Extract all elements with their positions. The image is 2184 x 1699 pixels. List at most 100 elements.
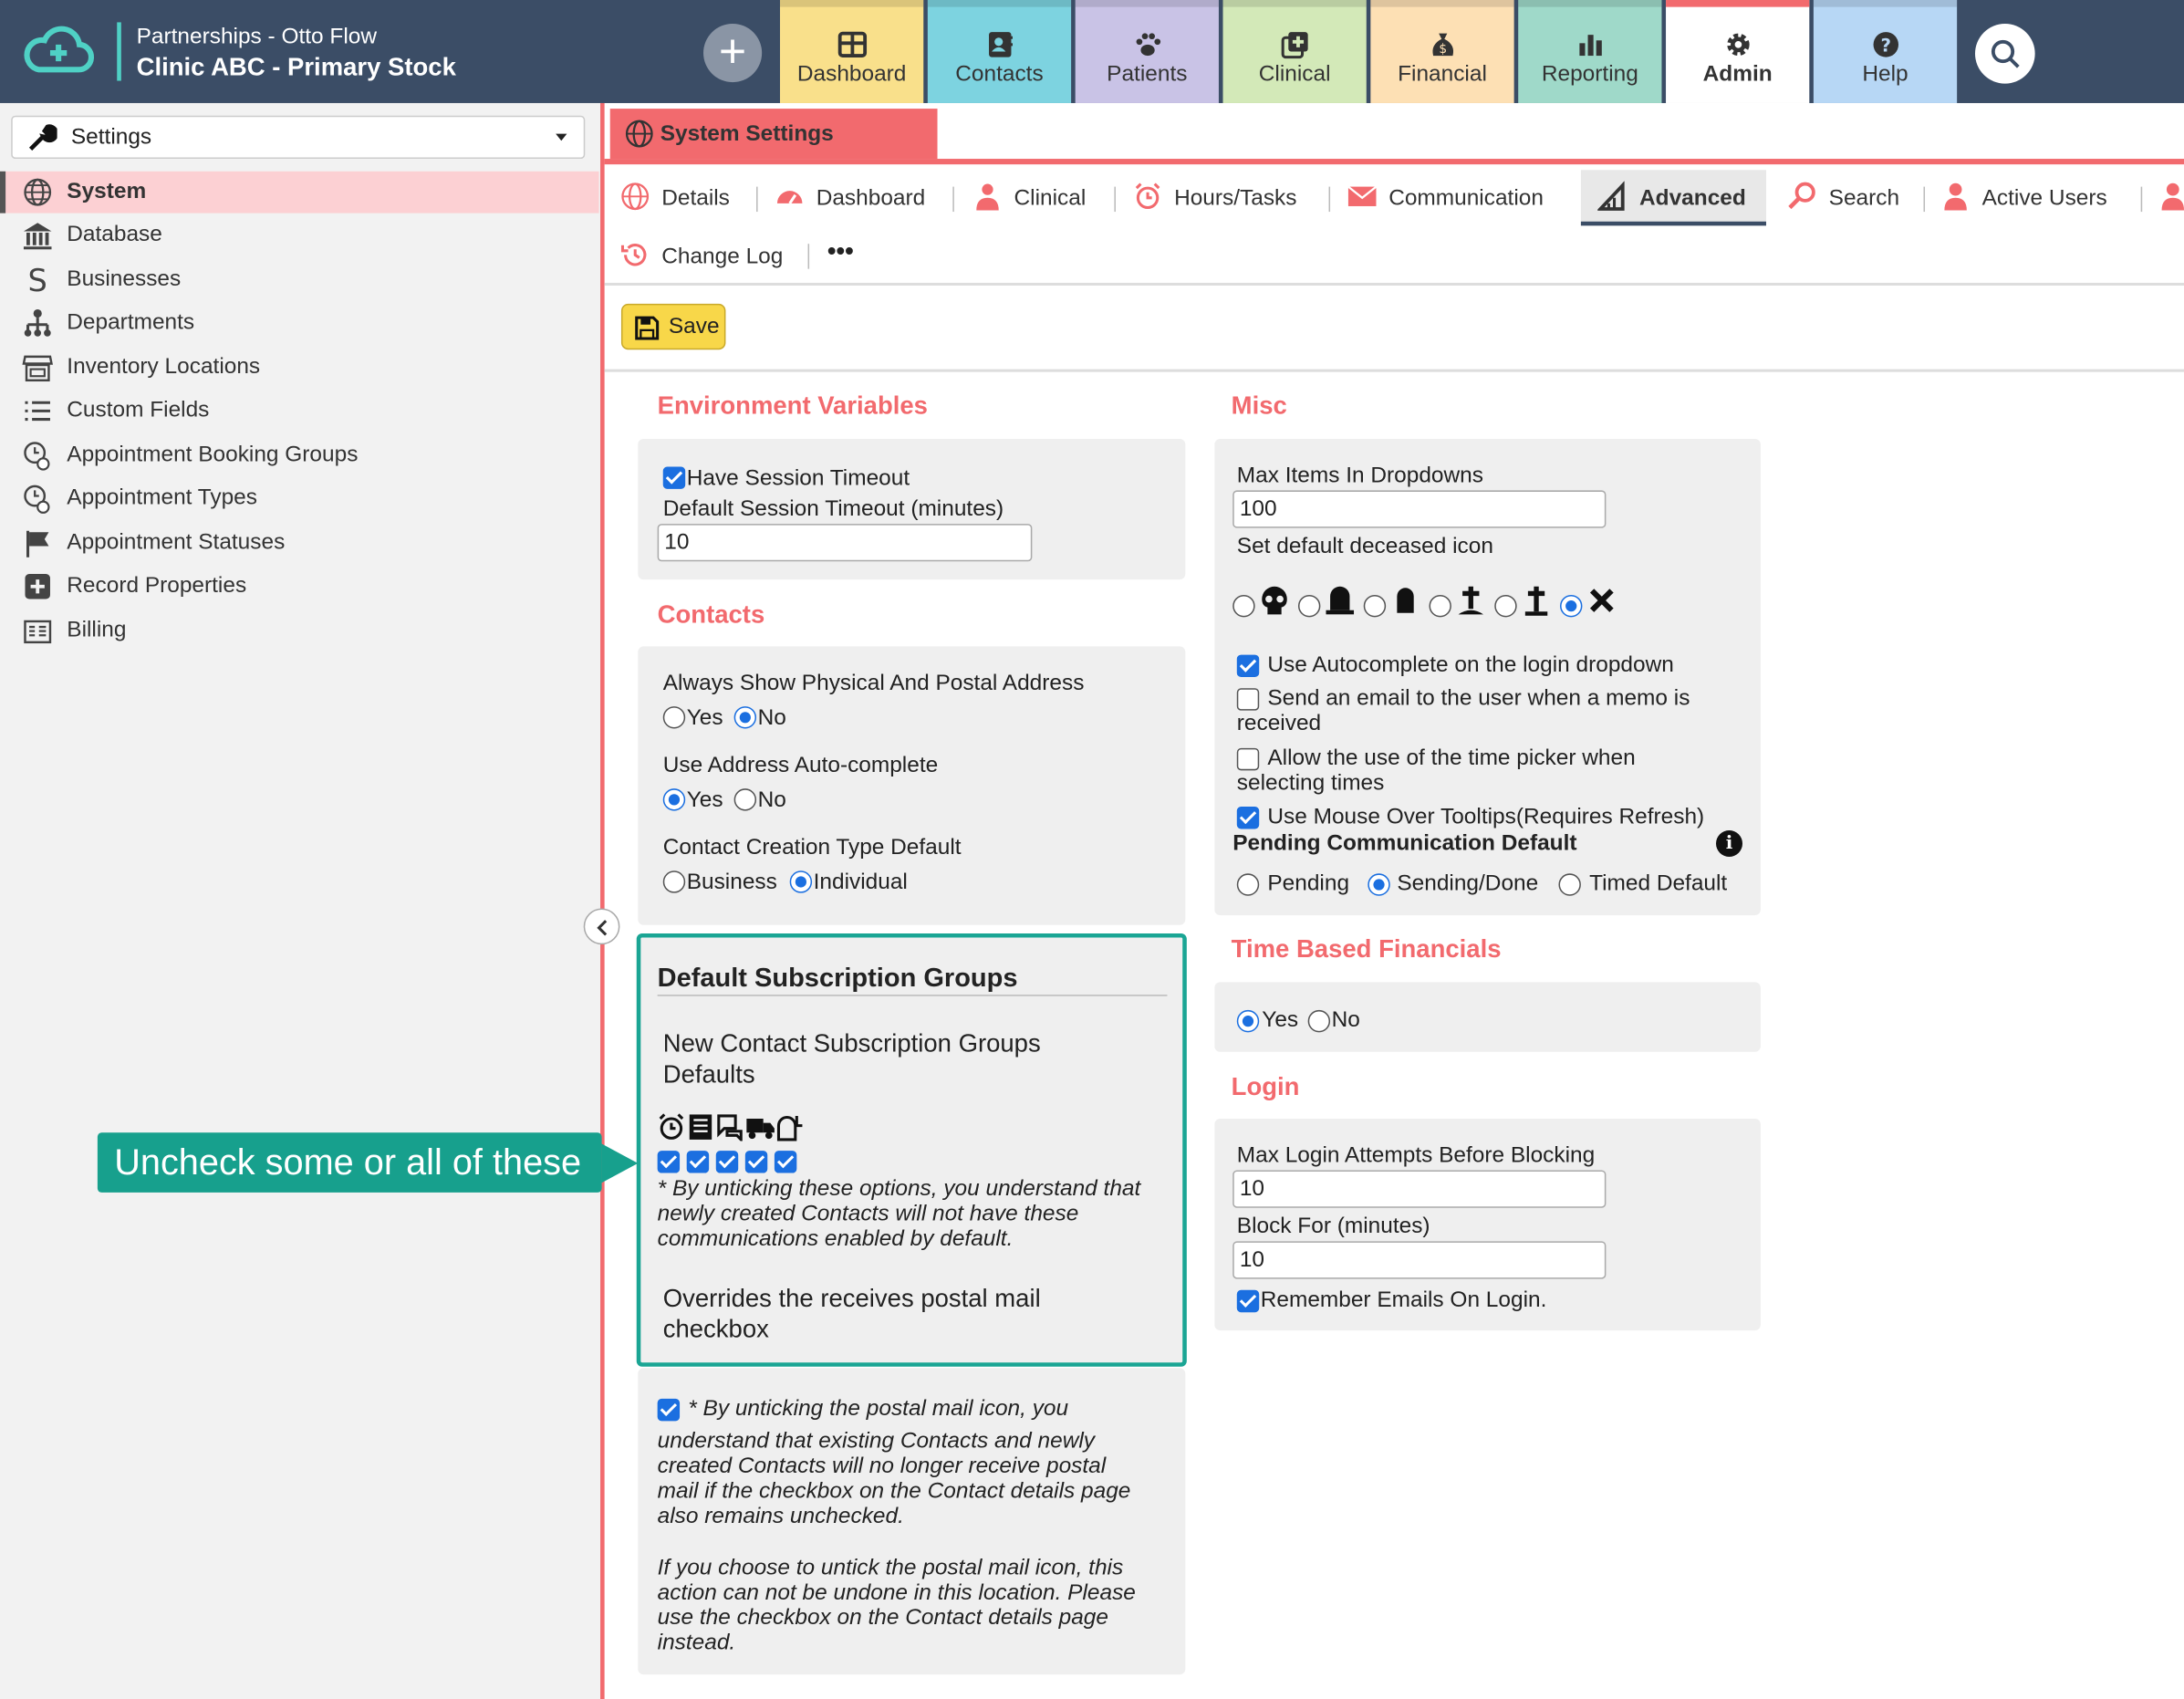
address-autocomplete-yes-radio[interactable] xyxy=(662,788,686,811)
clinic-name[interactable]: Clinic ABC - Primary Stock xyxy=(137,53,456,82)
nav-tab-reporting[interactable]: Reporting xyxy=(1518,0,1662,103)
deceased-skull-radio[interactable] xyxy=(1232,594,1255,618)
address-autocomplete-label: Use Address Auto-complete xyxy=(662,753,939,777)
time-picker-label-line1: Allow the use of the time picker when xyxy=(1267,746,1636,771)
autocomplete-login-checkbox[interactable] xyxy=(1236,654,1260,678)
paw-icon xyxy=(1135,33,1160,57)
postal-mail-override-checkbox[interactable] xyxy=(657,1398,681,1422)
max-login-attempts-input[interactable]: 10 xyxy=(1232,1170,1607,1208)
system-settings-tab[interactable]: System Settings xyxy=(609,109,938,160)
tab-label: Communication xyxy=(1388,186,1544,211)
sidebar-item-custom-fields[interactable]: Custom Fields xyxy=(0,391,599,433)
sidebar-item-appointment-booking-groups[interactable]: Appointment Booking Groups xyxy=(0,434,599,476)
sidebar-item-label: Record Properties xyxy=(67,574,247,598)
sending-done-radio[interactable] xyxy=(1368,873,1390,896)
subscription-newsletter-checkbox[interactable] xyxy=(686,1151,710,1173)
sidebar-item-appointment-statuses[interactable]: Appointment Statuses xyxy=(0,523,599,565)
section-title-environment: Environment Variables xyxy=(657,391,928,420)
postal-warning-line1: If you choose to untick the postal mail … xyxy=(657,1556,1124,1580)
nav-tab-admin[interactable]: Admin xyxy=(1666,0,1810,103)
sidebar-item-label: Custom Fields xyxy=(67,398,210,422)
block-for-input[interactable]: 10 xyxy=(1232,1241,1607,1279)
svg-text:$: $ xyxy=(1439,42,1447,57)
cloud-logo-icon xyxy=(24,26,95,73)
nav-tab-help[interactable]: ? Help xyxy=(1813,0,1958,103)
history-icon xyxy=(620,244,647,266)
radio-label: Yes xyxy=(1262,1008,1299,1033)
nav-tab-label: Help xyxy=(1862,62,1908,87)
timed-default-radio[interactable] xyxy=(1558,873,1581,896)
nav-tab-label: Dashboard xyxy=(796,62,907,87)
nav-tab-clinical[interactable]: Clinical xyxy=(1222,0,1367,103)
subscription-alarm-checkbox[interactable] xyxy=(657,1151,681,1173)
radio-label: Business xyxy=(686,870,777,895)
subscription-sms-checkbox[interactable] xyxy=(715,1151,739,1173)
postal-warning-line2: action can not be undone in this locatio… xyxy=(657,1580,1136,1605)
svg-text:S: S xyxy=(28,265,47,296)
newspaper-icon xyxy=(689,1114,712,1140)
alarm-clock-icon xyxy=(1135,182,1160,210)
remember-emails-checkbox[interactable] xyxy=(1236,1289,1260,1313)
creation-type-individual-radio[interactable] xyxy=(789,870,813,893)
sidebar-item-database[interactable]: Database xyxy=(0,214,599,256)
global-search-button[interactable] xyxy=(1974,23,2035,84)
default-timeout-input[interactable]: 10 xyxy=(657,524,1033,562)
save-button[interactable]: Save xyxy=(620,303,726,350)
sidebar-item-departments[interactable]: Departments xyxy=(0,302,599,344)
deceased-grave-cross-radio[interactable] xyxy=(1429,594,1451,618)
info-icon[interactable]: i xyxy=(1716,829,1743,857)
skull-icon xyxy=(1262,586,1287,615)
wrench-icon xyxy=(28,124,57,151)
postal-note-line2: understand that existing Contacts and ne… xyxy=(657,1429,1096,1454)
sidebar-item-billing[interactable]: Billing xyxy=(0,610,599,652)
always-show-address-no-radio[interactable] xyxy=(733,706,757,729)
speedometer-icon xyxy=(776,191,803,204)
always-show-address-yes-radio[interactable] xyxy=(662,706,686,729)
always-show-address-label: Always Show Physical And Postal Address xyxy=(662,671,1085,695)
search-icon xyxy=(1991,39,2020,68)
max-items-input[interactable]: 100 xyxy=(1232,490,1607,528)
mouse-over-tooltips-checkbox[interactable] xyxy=(1236,807,1260,829)
session-timeout-checkbox[interactable] xyxy=(662,466,686,489)
money-bag-icon: $ xyxy=(1431,33,1453,57)
sidebar-item-label: Appointment Booking Groups xyxy=(67,443,359,467)
deceased-x-mark-radio[interactable] xyxy=(1560,594,1583,618)
pending-radio[interactable] xyxy=(1236,873,1260,896)
sidebar-item-inventory-locations[interactable]: Inventory Locations xyxy=(0,347,599,389)
x-mark-icon xyxy=(1589,589,1614,612)
chevron-down-icon xyxy=(556,133,567,141)
collapse-panel-button[interactable] xyxy=(583,908,620,945)
deceased-cross-radio[interactable] xyxy=(1494,594,1517,618)
time-picker-checkbox[interactable] xyxy=(1236,747,1260,771)
memo-email-checkbox[interactable] xyxy=(1236,688,1260,711)
sidebar-item-system[interactable]: System xyxy=(0,171,599,214)
truck-icon xyxy=(746,1119,775,1140)
deceased-tombstone-radio[interactable] xyxy=(1363,594,1387,618)
sidebar-item-appointment-types[interactable]: Appointment Types xyxy=(0,478,599,520)
settings-dropdown[interactable]: Settings xyxy=(11,115,586,160)
radio-label: No xyxy=(757,788,786,813)
deceased-headstone-radio[interactable] xyxy=(1297,594,1321,618)
address-autocomplete-no-radio[interactable] xyxy=(733,788,757,811)
nav-tab-dashboard[interactable]: Dashboard xyxy=(780,0,924,103)
time-based-financials-yes-radio[interactable] xyxy=(1236,1009,1260,1033)
more-tabs-button[interactable]: ••• xyxy=(827,237,854,266)
nav-tab-patients[interactable]: Patients xyxy=(1075,0,1219,103)
subscription-delivery-checkbox[interactable] xyxy=(744,1151,768,1173)
creation-type-business-radio[interactable] xyxy=(662,870,686,893)
sidebar-item-label: Inventory Locations xyxy=(67,355,261,380)
time-based-financials-no-radio[interactable] xyxy=(1307,1009,1331,1033)
user-icon[interactable] xyxy=(2158,181,2184,212)
sidebar-item-businesses[interactable]: S Businesses xyxy=(0,259,599,301)
subscription-postal-checkbox[interactable] xyxy=(774,1151,797,1173)
add-button[interactable]: + xyxy=(703,23,763,83)
sidebar-item-record-properties[interactable]: Record Properties xyxy=(0,566,599,608)
flag-icon xyxy=(26,530,49,558)
radio-label: Timed Default xyxy=(1589,871,1728,896)
nav-tab-label: Patients xyxy=(1107,62,1188,87)
bank-icon xyxy=(23,223,52,250)
nav-tab-financial[interactable]: $ Financial xyxy=(1370,0,1514,103)
radio-label: No xyxy=(1331,1008,1360,1033)
nav-tab-contacts[interactable]: Contacts xyxy=(927,0,1072,103)
callout-annotation: Uncheck some or all of these xyxy=(97,1132,602,1193)
